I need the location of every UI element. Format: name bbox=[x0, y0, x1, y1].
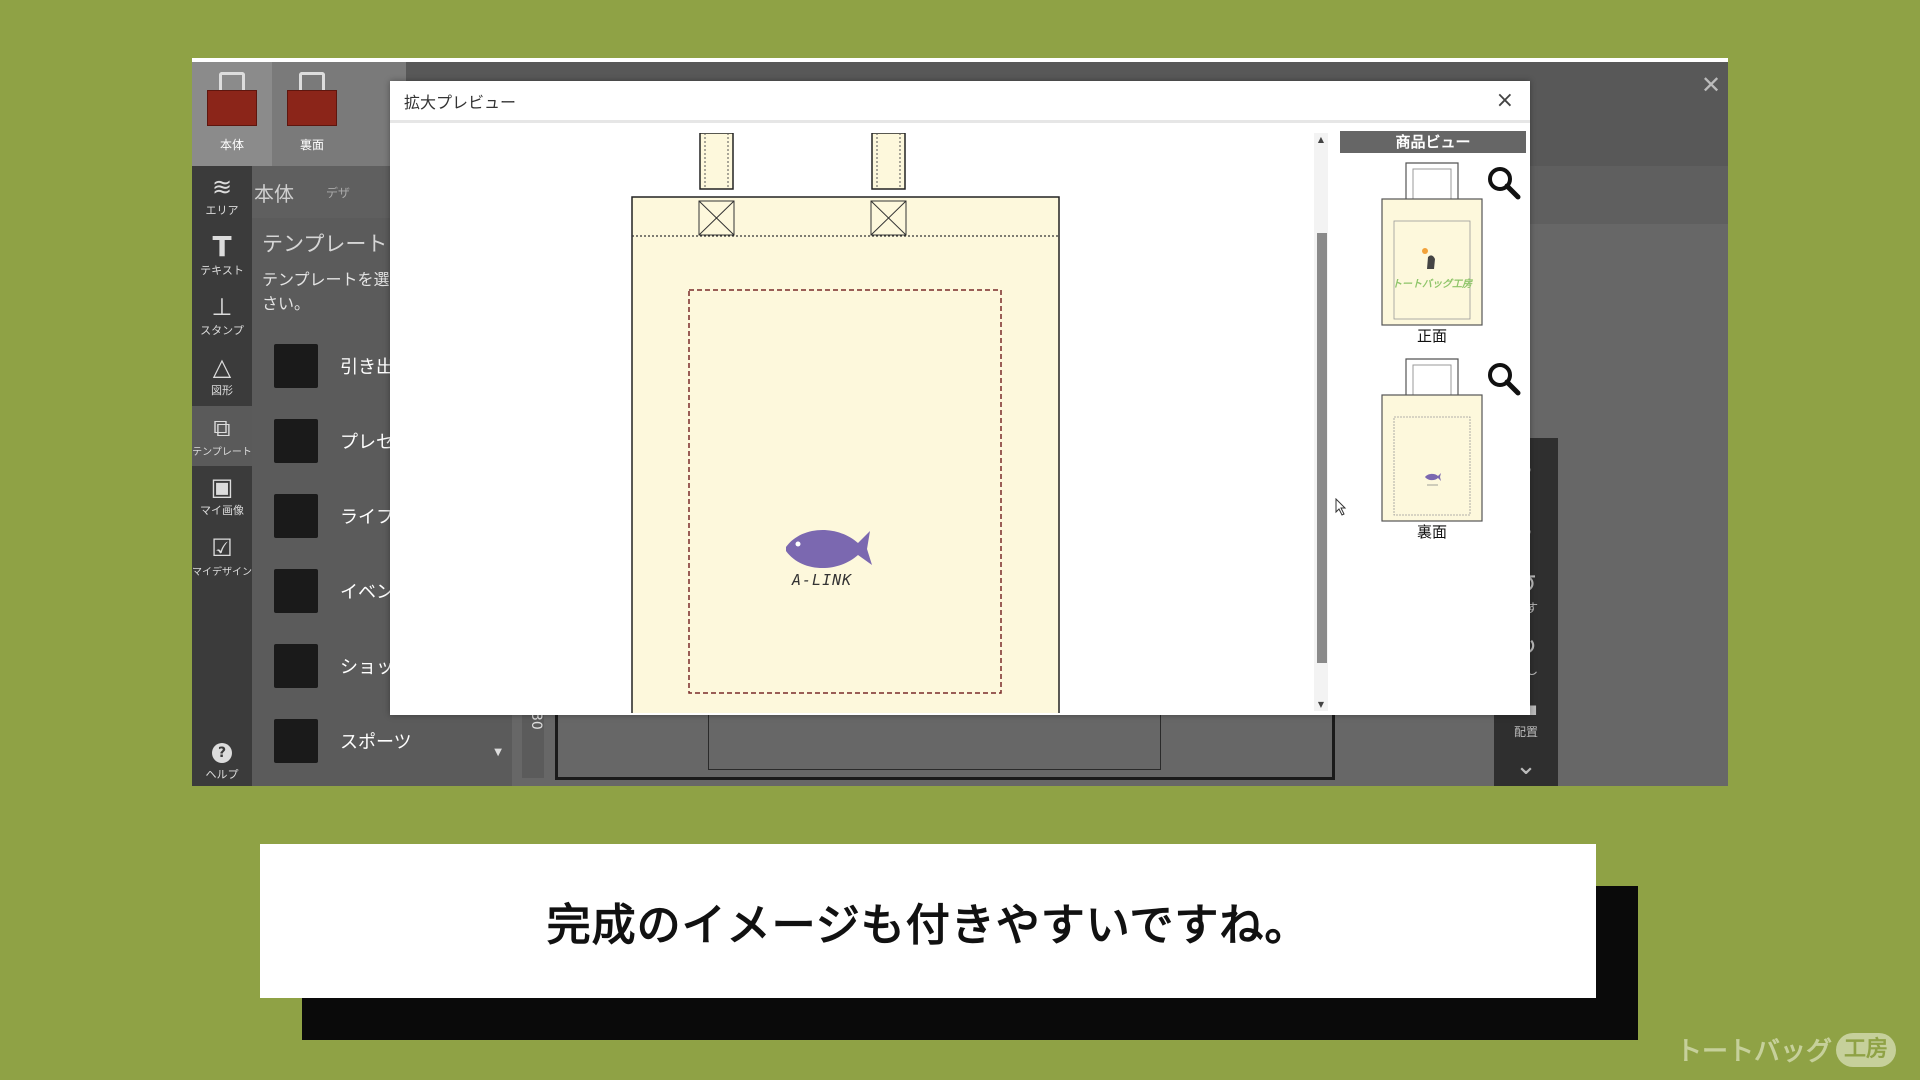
zoom-icon[interactable] bbox=[1486, 165, 1522, 201]
tote-bag-preview-image bbox=[631, 133, 1060, 713]
scroll-up-icon[interactable]: ▲ bbox=[1316, 135, 1326, 144]
tool-sidebar: ≋ エリア T テキスト ⊥ スタンプ △ 図形 ⧉ テンプレート ▣ マイ画像… bbox=[192, 166, 252, 786]
tool-my-image[interactable]: ▣ マイ画像 bbox=[192, 466, 252, 526]
app-close-icon[interactable]: ✕ bbox=[1698, 72, 1724, 98]
tool-shapes[interactable]: △ 図形 bbox=[192, 346, 252, 406]
tool-label: テキスト bbox=[200, 264, 244, 277]
modal-close-button[interactable]: × bbox=[1496, 88, 1514, 113]
design-text: A-LINK bbox=[792, 571, 853, 589]
product-view-back[interactable]: 裏面 bbox=[1340, 349, 1526, 545]
preview-scrollbar[interactable]: ▲ ▼ bbox=[1314, 133, 1328, 711]
caption-text: 完成のイメージも付きやすいですね。 bbox=[546, 900, 1310, 951]
bag-side-tabs: 本体 裏面 bbox=[192, 62, 406, 166]
modal-header: 拡大プレビュー × bbox=[390, 81, 1530, 123]
zoom-icon[interactable] bbox=[1486, 361, 1522, 397]
scroll-down-icon[interactable]: ▼ bbox=[1316, 700, 1326, 709]
side-tab-label: 裏面 bbox=[299, 138, 324, 152]
shapes-icon: △ bbox=[212, 353, 232, 381]
app-top-border bbox=[192, 58, 1728, 62]
side-tab-back[interactable]: 裏面 bbox=[272, 62, 352, 166]
side-tab-label: 本体 bbox=[219, 138, 244, 152]
side-tab-front[interactable]: 本体 bbox=[192, 62, 272, 166]
image-icon: ▣ bbox=[210, 473, 234, 501]
caption-box: 完成のイメージも付きやすいですね。 bbox=[260, 844, 1596, 998]
text-icon: T bbox=[212, 230, 232, 263]
product-view-panel: 商品ビュー トートバッグ工房 正面 裏面 bbox=[1340, 131, 1526, 711]
back-bag-thumbnail bbox=[1381, 358, 1483, 522]
tool-template[interactable]: ⧉ テンプレート bbox=[192, 406, 252, 466]
brand-watermark: トートバッグ 工房 bbox=[1676, 1031, 1896, 1068]
help-label: ヘルプ bbox=[205, 768, 239, 781]
chevron-down-icon: ⌄ bbox=[1515, 751, 1537, 781]
product-view-header: 商品ビュー bbox=[1340, 131, 1526, 153]
enlarged-preview-modal: 拡大プレビュー × A-LINK ▲ ▼ 商品ビュー トートバッグ工房 正面 裏… bbox=[390, 81, 1530, 715]
tool-label: 配置 bbox=[1513, 724, 1538, 739]
stamp-icon: ⊥ bbox=[211, 293, 233, 321]
scroll-down-icon[interactable]: ▼ bbox=[494, 747, 502, 758]
help-button[interactable]: ? ヘルプ bbox=[192, 743, 252, 782]
tool-label: テンプレート bbox=[192, 446, 252, 458]
front-logo-text: トートバッグ工房 bbox=[1392, 279, 1472, 290]
category-thumbnail bbox=[274, 568, 318, 613]
product-view-label: 正面 bbox=[1416, 327, 1447, 345]
tool-my-design[interactable]: ☑ マイデザイン bbox=[192, 526, 252, 586]
design-icon: ☑ bbox=[211, 533, 233, 562]
category-label: ショッ bbox=[340, 656, 394, 678]
tool-text[interactable]: T テキスト bbox=[192, 226, 252, 286]
tool-label: 図形 bbox=[211, 384, 233, 397]
tool-area[interactable]: ≋ エリア bbox=[192, 166, 252, 226]
category-label: ライフ bbox=[340, 506, 394, 528]
panel-description: テンプレートを選 さい。 bbox=[262, 270, 390, 313]
template-icon: ⧉ bbox=[213, 413, 231, 442]
category-thumbnail bbox=[274, 418, 318, 463]
area-name: 本体 bbox=[254, 181, 294, 206]
front-bag-thumbnail bbox=[1381, 162, 1483, 326]
layers-icon: ≋ bbox=[211, 173, 233, 201]
tool-stamp[interactable]: ⊥ スタンプ bbox=[192, 286, 252, 346]
bag-back-icon bbox=[287, 72, 337, 130]
product-view-front[interactable]: トートバッグ工房 正面 bbox=[1340, 153, 1526, 349]
category-label: プレセ bbox=[340, 431, 394, 453]
expand-toolbar-button[interactable]: ⌄ bbox=[1494, 748, 1558, 784]
tool-label: マイデザイン bbox=[192, 566, 252, 578]
tool-label: スタンプ bbox=[200, 324, 244, 337]
mouse-cursor-icon bbox=[1335, 498, 1347, 516]
tool-label: エリア bbox=[205, 204, 239, 217]
scroll-thumb[interactable] bbox=[1317, 233, 1327, 663]
category-label: イベン bbox=[340, 581, 394, 603]
bag-preview: A-LINK bbox=[400, 133, 1321, 713]
category-thumbnail bbox=[274, 643, 318, 688]
category-label: 引き出 bbox=[340, 356, 394, 378]
modal-title: 拡大プレビュー bbox=[404, 92, 517, 112]
category-label: スポーツ bbox=[340, 731, 412, 753]
brand-text: トートバッグ bbox=[1675, 1037, 1832, 1067]
brand-badge: 工房 bbox=[1835, 1032, 1896, 1067]
category-thumbnail bbox=[274, 493, 318, 538]
bag-front-icon bbox=[207, 72, 257, 130]
category-thumbnail bbox=[274, 718, 318, 763]
category-thumbnail bbox=[274, 343, 318, 388]
help-icon: ? bbox=[212, 743, 232, 763]
product-view-label: 裏面 bbox=[1416, 523, 1447, 541]
tool-label: マイ画像 bbox=[200, 504, 244, 517]
design-tab-label[interactable]: デザ bbox=[326, 184, 350, 201]
